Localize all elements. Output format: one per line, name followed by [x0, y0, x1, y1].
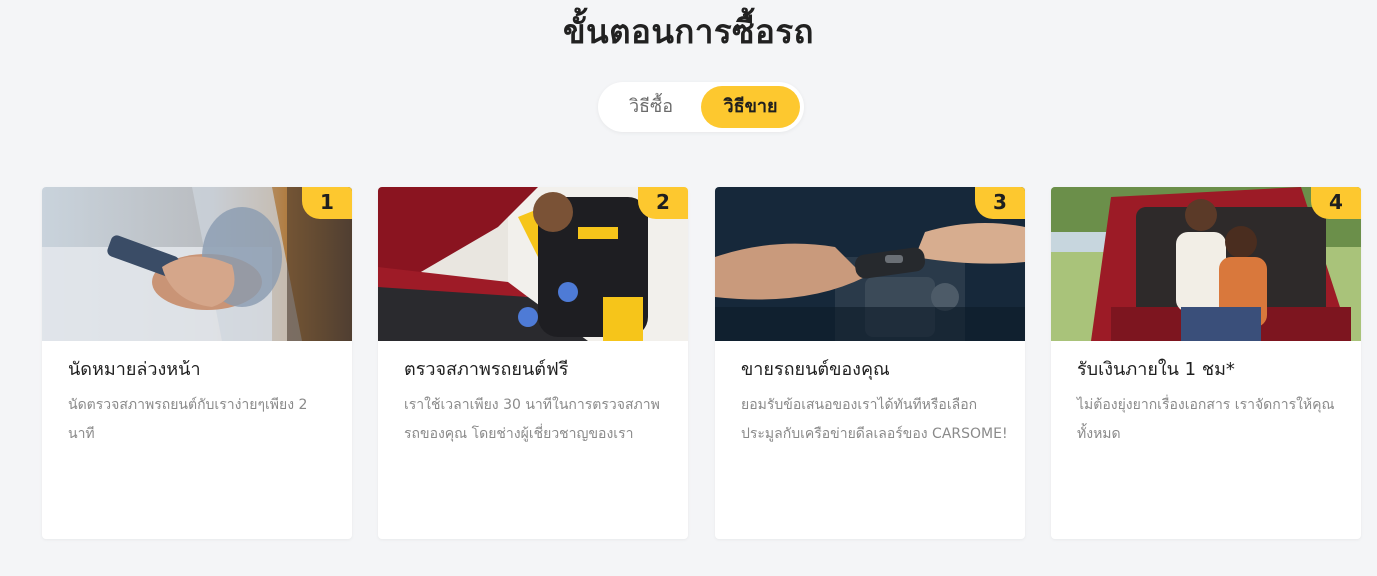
- step-description: ไม่ต้องยุ่งยากเรื่องเอกสาร เราจัดการให้ค…: [1077, 397, 1335, 442]
- step-card-4: 4 รับเงินภายใน 1 ชม* ไม่ต้องยุ่งยากเรื่อ…: [1051, 187, 1361, 539]
- step-image-phone-booking: 1: [42, 187, 352, 341]
- step-card-1: 1 นัดหมายล่วงหน้า นัดตรวจสภาพรถยนต์กับเร…: [42, 187, 352, 539]
- buy-sell-toggle: วิธีซื้อ วิธีขาย: [598, 82, 804, 132]
- step-description: เราใช้เวลาเพียง 30 นาทีในการตรวจสภาพรถขอ…: [404, 397, 660, 442]
- sell-toggle-button[interactable]: วิธีขาย: [701, 86, 800, 128]
- step-description: ยอมรับข้อเสนอของเราได้ทันทีหรือเลือกประม…: [741, 397, 1008, 442]
- step-number-badge: 4: [1311, 187, 1361, 219]
- step-image-car-inspection: 2: [378, 187, 688, 341]
- step-title: รับเงินภายใน 1 ชม*: [1077, 359, 1235, 380]
- step-title: นัดหมายล่วงหน้า: [68, 359, 201, 380]
- step-card-3: 3 ขายรถยนต์ของคุณ ยอมรับข้อเสนอของเราได้…: [715, 187, 1025, 539]
- step-number-badge: 1: [302, 187, 352, 219]
- step-title: ขายรถยนต์ของคุณ: [741, 359, 890, 380]
- step-description: นัดตรวจสภาพรถยนต์กับเราง่ายๆเพียง 2 นาที: [68, 397, 308, 442]
- section-title: ขั้นตอนการซื้อรถ: [562, 12, 815, 51]
- step-image-happy-couple: 4: [1051, 187, 1361, 341]
- buy-toggle-button[interactable]: วิธีซื้อ: [610, 86, 692, 128]
- step-card-2: 2 ตรวจสภาพรถยนต์ฟรี เราใช้เวลาเพียง 30 น…: [378, 187, 688, 539]
- step-image-key-handover: 3: [715, 187, 1025, 341]
- steps-list: 1 นัดหมายล่วงหน้า นัดตรวจสภาพรถยนต์กับเร…: [42, 187, 1362, 539]
- step-title: ตรวจสภาพรถยนต์ฟรี: [404, 359, 569, 380]
- sell-steps-section: ขั้นตอนการซื้อรถ วิธีซื้อ วิธีขาย 1 นัดห…: [0, 0, 1377, 576]
- step-number-badge: 3: [975, 187, 1025, 219]
- step-number-badge: 2: [638, 187, 688, 219]
